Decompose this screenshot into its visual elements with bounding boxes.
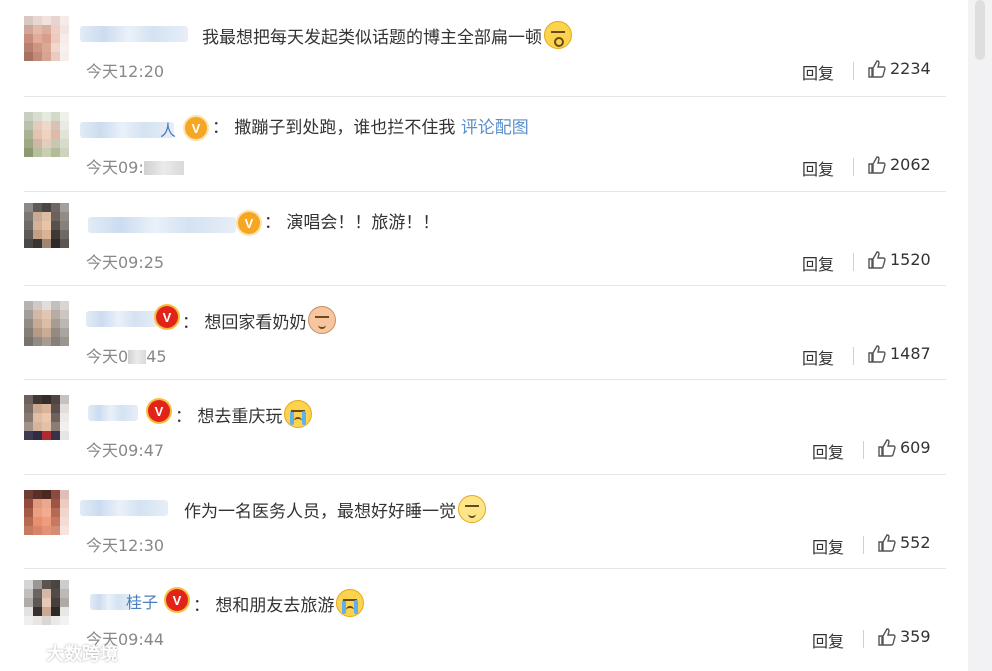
verified-badge-icon: V <box>148 400 170 422</box>
thumbs-up-icon <box>878 627 896 646</box>
like-button[interactable]: 2062 <box>868 155 931 174</box>
comment-list-panel: 我最想把每天发起类似话题的博主全部扁一顿 今天12:20 回复 2234 人 V… <box>0 0 968 671</box>
username-masked[interactable] <box>80 500 168 516</box>
thumbs-up-icon <box>868 59 886 78</box>
verified-badge-icon: V <box>156 306 178 328</box>
like-count: 359 <box>900 627 931 646</box>
comment-text: ： 想回家看奶奶 <box>182 306 337 334</box>
like-count: 552 <box>900 533 931 552</box>
verified-badge-icon: V <box>238 212 260 234</box>
reply-button[interactable]: 回复 <box>812 439 844 463</box>
watermark-text: 大数跨境 <box>46 644 118 665</box>
sleepy-emoji-icon <box>458 495 486 523</box>
thumbs-up-icon <box>868 250 886 269</box>
watermark: 大数跨境 <box>6 640 118 666</box>
comment-text: 我最想把每天发起类似话题的博主全部扁一顿 <box>202 21 572 49</box>
thumbs-up-icon <box>878 438 896 457</box>
scream-emoji-icon <box>544 21 572 49</box>
thumbs-up-icon <box>868 344 886 363</box>
comment-time: 今天0 45 <box>86 347 167 366</box>
time-masked <box>143 161 184 175</box>
username-masked[interactable] <box>88 405 138 421</box>
username-visible-fragment[interactable]: 桂子 <box>126 589 158 613</box>
action-separator <box>863 630 864 648</box>
like-button[interactable]: 609 <box>878 438 931 457</box>
comment-text: ： 演唱会！！旅游！！ <box>264 213 440 233</box>
comment-time: 今天12:30 <box>86 536 165 555</box>
action-separator <box>853 158 854 176</box>
comment-text: ： 撒蹦子到处跑，谁也拦不住我 评论配图 <box>212 118 529 138</box>
comment-item: V ： 想回家看奶奶 今天0 45 回复 1487 <box>0 285 968 379</box>
reply-button[interactable]: 回复 <box>802 60 834 84</box>
avatar[interactable] <box>24 301 70 347</box>
watermark-logo-icon <box>6 642 41 664</box>
comment-time: 今天12:20 <box>86 62 165 81</box>
like-count: 609 <box>900 438 931 457</box>
avatar[interactable] <box>24 203 70 249</box>
comment-text: ： 想去重庆玩 <box>175 400 313 428</box>
comment-item: 人 V ： 撒蹦子到处跑，谁也拦不住我 评论配图 今天09: 回复 2062 <box>0 96 968 191</box>
reply-button[interactable]: 回复 <box>802 156 834 180</box>
verified-badge-icon: V <box>166 589 188 611</box>
action-separator <box>853 253 854 271</box>
comment-time: 今天09:25 <box>86 253 165 272</box>
username-visible-fragment[interactable]: 人 <box>160 117 176 141</box>
like-button[interactable]: 2234 <box>868 59 931 78</box>
verified-badge-icon: V <box>185 117 207 139</box>
granny-emoji-icon <box>308 306 337 334</box>
avatar[interactable] <box>24 490 70 536</box>
reply-button[interactable]: 回复 <box>812 628 844 652</box>
crying-emoji-icon <box>284 400 313 428</box>
comment-time: 今天09:47 <box>86 441 165 460</box>
action-separator <box>863 536 864 554</box>
like-count: 2062 <box>890 155 931 174</box>
thumbs-up-icon <box>868 155 886 174</box>
username-masked[interactable] <box>86 311 158 327</box>
like-button[interactable]: 1520 <box>868 250 931 269</box>
like-button[interactable]: 552 <box>878 533 931 552</box>
comment-item: V ： 演唱会！！旅游！！ 今天09:25 回复 1520 <box>0 191 968 285</box>
reply-button[interactable]: 回复 <box>802 251 834 275</box>
comment-image-link[interactable]: 评论配图 <box>461 118 529 138</box>
action-separator <box>853 62 854 80</box>
thumbs-up-icon <box>878 533 896 552</box>
reply-button[interactable]: 回复 <box>802 345 834 369</box>
comment-time: 今天09: <box>86 154 184 178</box>
comment-text: ： 想和朋友去旅游 <box>193 589 365 617</box>
scrollbar-thumb[interactable] <box>975 0 985 60</box>
comment-item: 桂子 V ： 想和朋友去旅游 今天09:44 回复 359 <box>0 568 968 671</box>
comment-text: 作为一名医务人员，最想好好睡一觉 <box>184 495 486 523</box>
action-separator <box>863 441 864 459</box>
comment-item: 我最想把每天发起类似话题的博主全部扁一顿 今天12:20 回复 2234 <box>0 0 968 96</box>
username-masked[interactable] <box>80 26 188 42</box>
like-count: 1487 <box>890 344 931 363</box>
avatar[interactable] <box>24 112 70 158</box>
avatar[interactable] <box>24 580 70 626</box>
like-count: 1520 <box>890 250 931 269</box>
crying-emoji-icon <box>336 589 365 617</box>
like-button[interactable]: 1487 <box>868 344 931 363</box>
username-masked[interactable] <box>88 217 236 233</box>
comment-item: 作为一名医务人员，最想好好睡一觉 今天12:30 回复 552 <box>0 474 968 568</box>
comment-item: V ： 想去重庆玩 今天09:47 回复 609 <box>0 379 968 474</box>
action-separator <box>853 347 854 365</box>
like-count: 2234 <box>890 59 931 78</box>
avatar[interactable] <box>24 395 70 441</box>
time-masked <box>128 350 147 364</box>
like-button[interactable]: 359 <box>878 627 931 646</box>
avatar[interactable] <box>24 16 70 62</box>
reply-button[interactable]: 回复 <box>812 534 844 558</box>
scrollbar-track[interactable] <box>968 0 992 671</box>
